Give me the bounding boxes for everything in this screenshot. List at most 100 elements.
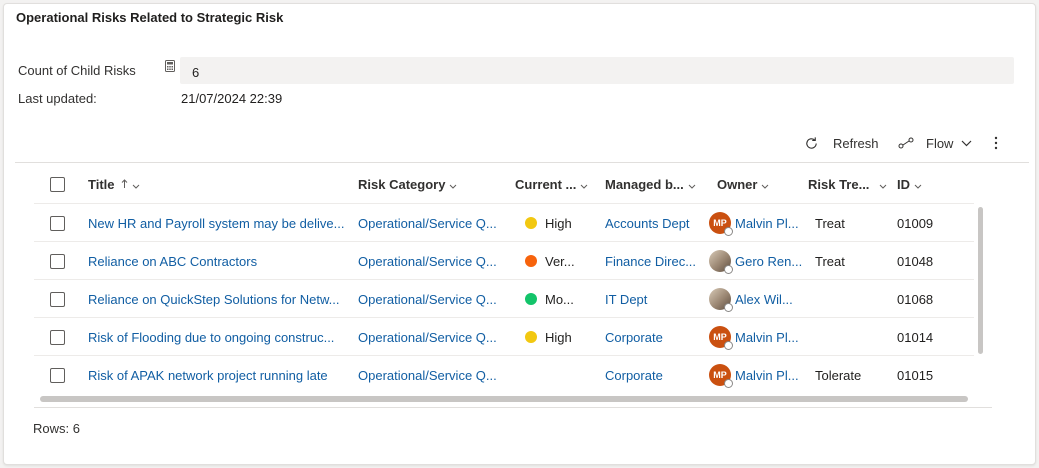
presence-icon [724,379,733,388]
chevron-down-icon [580,177,588,192]
risk-id: 01009 [897,215,934,231]
count-field[interactable] [180,57,1014,84]
managed-by-link[interactable]: Finance Direc... [605,242,709,280]
risk-id: 01068 [897,291,934,307]
chevron-down-icon [132,177,140,192]
last-updated-value: 21/07/2024 22:39 [181,91,283,106]
refresh-icon [804,136,819,151]
status-dot-icon [525,331,537,343]
refresh-button[interactable]: Refresh [804,133,879,153]
chevron-down-icon [688,177,696,192]
count-label: Count of Child Risks [18,63,136,78]
presence-icon [724,341,733,350]
risk-title-link[interactable]: Risk of Flooding due to ongoing construc… [88,318,350,356]
vertical-scrollbar[interactable] [978,207,983,354]
current-rating: High [525,318,603,356]
column-header-managed-by[interactable]: Managed b... [605,165,696,203]
row-checkbox[interactable] [50,204,65,242]
risk-category-link[interactable]: Operational/Service Q... [358,356,508,394]
row-checkbox[interactable] [50,280,65,318]
grid-top-divider [15,162,1029,163]
column-header-current[interactable]: Current ... [515,165,588,203]
presence-icon [724,227,733,236]
horizontal-scrollbar[interactable] [40,396,968,402]
risk-treatment: Treat [815,215,845,231]
row-checkbox[interactable] [50,356,65,394]
avatar: MP [709,212,733,236]
risk-treatment [815,318,885,356]
risk-category-link[interactable]: Operational/Service Q... [358,280,508,318]
status-dot-icon [525,293,537,305]
owner-link[interactable]: Malvin Pl... [735,216,799,231]
table-row[interactable]: Reliance on ABC Contractors Operational/S… [34,241,974,280]
avatar: MP [709,364,733,388]
column-header-risk-treatment[interactable]: Risk Tre... [808,165,887,203]
avatar-photo [709,288,733,312]
table-row[interactable]: Reliance on QuickStep Solutions for Netw… [34,279,974,318]
risk-category-link[interactable]: Operational/Service Q... [358,204,508,242]
risk-treatment: Tolerate [815,367,862,383]
avatar-photo [709,250,733,274]
column-header-owner[interactable]: Owner [717,165,769,203]
chevron-down-icon [961,140,972,147]
risk-category-link[interactable]: Operational/Service Q... [358,318,508,356]
chevron-down-icon [449,177,457,192]
count-value: 6 [192,65,200,80]
managed-by-link[interactable]: Accounts Dept [605,204,709,242]
status-dot-icon [525,255,537,267]
current-rating: Ver... [525,242,603,280]
risk-id: 01015 [897,367,934,383]
chevron-down-icon [879,177,887,192]
owner-link[interactable]: Gero Ren... [735,254,802,269]
risk-treatment [815,280,885,318]
chevron-down-icon [914,177,922,192]
flow-icon [898,137,914,149]
managed-by-link[interactable]: Corporate [605,356,709,394]
risk-treatment: Treat [815,253,845,269]
row-checkbox[interactable] [50,318,65,356]
owner-cell[interactable]: MP Malvin Pl... [709,204,805,242]
presence-icon [724,265,733,274]
more-commands-icon[interactable] [994,133,998,153]
risk-category-link[interactable]: Operational/Service Q... [358,242,508,280]
flow-label: Flow [926,135,954,151]
owner-link[interactable]: Malvin Pl... [735,368,799,383]
refresh-label: Refresh [833,135,879,151]
current-rating [525,356,603,394]
table-row[interactable]: Risk of Flooding due to ongoing construc… [34,317,974,356]
column-header-id[interactable]: ID [897,165,922,203]
owner-cell[interactable]: MP Malvin Pl... [709,318,805,356]
owner-cell[interactable]: Gero Ren... [709,242,805,280]
risk-title-link[interactable]: Risk of APAK network project running lat… [88,356,350,394]
risk-id: 01014 [897,329,934,345]
select-all-checkbox[interactable] [50,165,65,203]
owner-cell[interactable]: MP Malvin Pl... [709,356,805,394]
status-dot-icon [525,217,537,229]
table-row[interactable]: New HR and Payroll system may be delive.… [34,203,974,242]
row-checkbox[interactable] [50,242,65,280]
sort-ascending-icon [121,179,128,189]
current-rating: High [525,204,603,242]
grid-bottom-divider [34,407,992,408]
owner-cell[interactable]: Alex Wil... [709,280,805,318]
managed-by-link[interactable]: Corporate [605,318,709,356]
section-title: Operational Risks Related to Strategic R… [16,10,284,25]
column-header-risk-category[interactable]: Risk Category [358,165,457,203]
owner-link[interactable]: Alex Wil... [735,292,793,307]
table-row[interactable]: Risk of APAK network project running lat… [34,355,974,394]
risk-id: 01048 [897,253,934,269]
current-rating: Mo... [525,280,603,318]
chevron-down-icon [761,177,769,192]
avatar: MP [709,326,733,350]
risk-title-link[interactable]: New HR and Payroll system may be delive.… [88,204,350,242]
risk-title-link[interactable]: Reliance on ABC Contractors [88,242,350,280]
managed-by-link[interactable]: IT Dept [605,280,709,318]
risk-title-link[interactable]: Reliance on QuickStep Solutions for Netw… [88,280,350,318]
owner-link[interactable]: Malvin Pl... [735,330,799,345]
flow-button[interactable]: Flow [898,133,972,153]
rows-count: Rows: 6 [33,421,80,436]
column-header-title[interactable]: Title [88,165,140,203]
presence-icon [724,303,733,312]
calculated-field-icon [165,60,175,72]
last-updated-label: Last updated: [18,91,97,106]
